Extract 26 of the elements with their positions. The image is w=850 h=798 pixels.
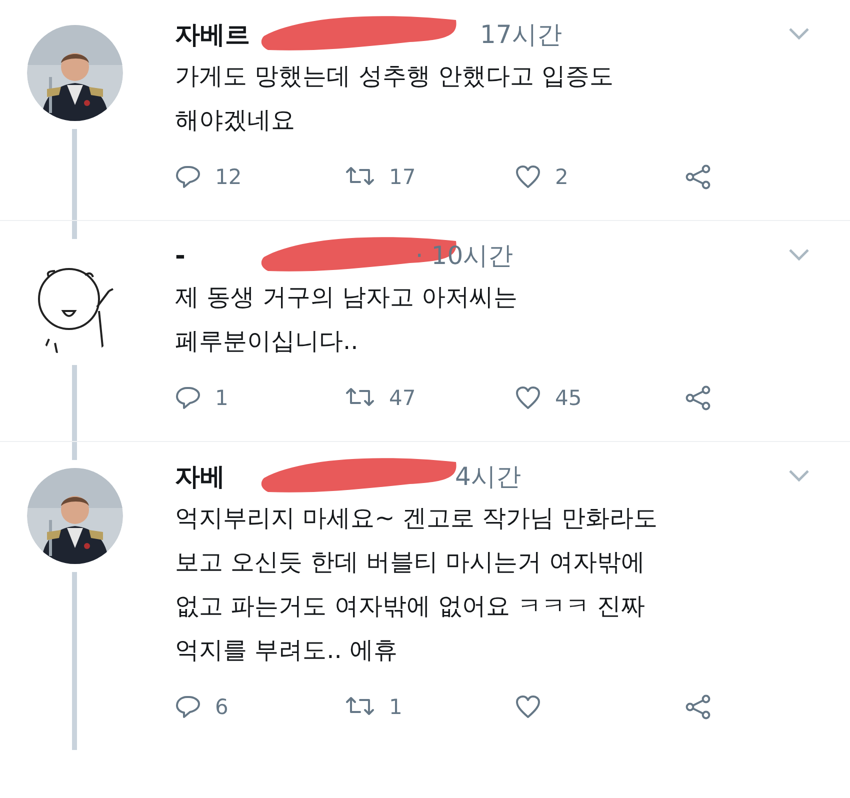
tweet-time[interactable]: 4시간	[455, 460, 521, 492]
reply-count: 1	[215, 386, 228, 410]
user-name[interactable]: 자베	[175, 460, 225, 492]
share-icon[interactable]	[685, 694, 711, 720]
heart-icon[interactable]	[515, 385, 541, 411]
reply-icon[interactable]	[175, 385, 201, 411]
reply-icon[interactable]	[175, 164, 201, 190]
tweet-time[interactable]: · 10시간	[415, 238, 514, 272]
reply-icon[interactable]	[175, 694, 201, 720]
tweet-text: 억지부리지 마세요~ 겐고로 작가님 만화라도 보고 오신듯 한데 버블티 마시는거 여자밖에 없고 파는거도 여자밖에 없어요 ㅋㅋㅋ 진짜 억지를 부려도.. 에휴	[175, 503, 659, 666]
like-count: 45	[555, 386, 582, 410]
retweet-count: 17	[389, 165, 416, 189]
reply-count: 12	[215, 165, 242, 189]
heart-icon[interactable]	[515, 694, 541, 720]
share-icon[interactable]	[685, 385, 711, 411]
heart-icon[interactable]	[515, 164, 541, 190]
like-count: 2	[555, 165, 568, 189]
tweet-text: 제 동생 거구의 남자고 아저씨는 페루분이십니다..	[175, 282, 519, 357]
tweet-text: 가게도 망했는데 성추행 안했다고 입증도 해야겠네요	[175, 61, 615, 136]
reply-count: 6	[215, 695, 228, 719]
user-name[interactable]: 자베르	[175, 18, 250, 50]
user-name[interactable]: -	[175, 240, 186, 270]
retweet-count: 47	[389, 386, 416, 410]
tweet-time[interactable]: 17시간	[480, 18, 562, 50]
retweet-count: 1	[389, 695, 402, 719]
share-icon[interactable]	[685, 164, 711, 190]
